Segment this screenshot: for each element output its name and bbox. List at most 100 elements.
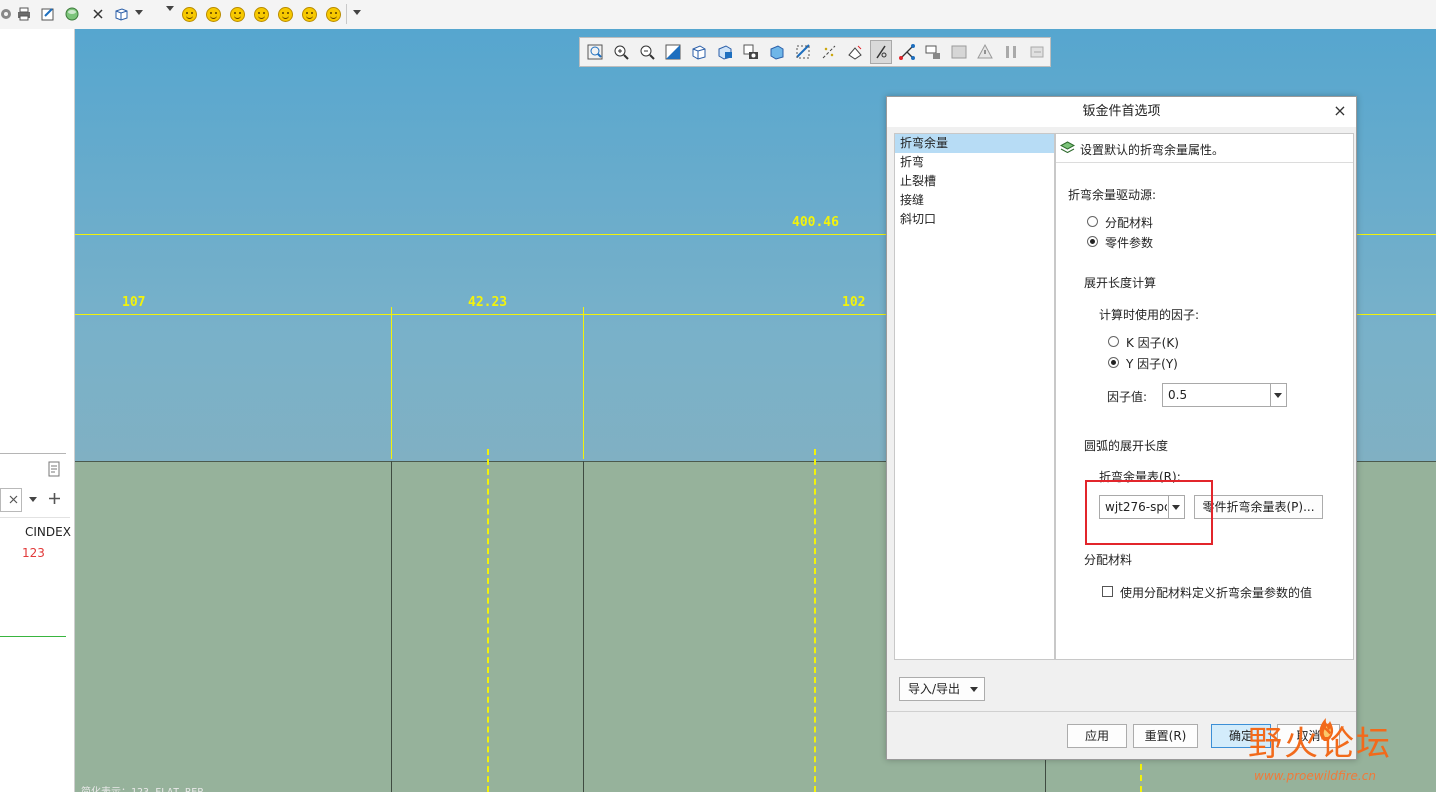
radio-material[interactable] <box>1087 216 1098 227</box>
dimension-42[interactable]: 42.23 <box>468 295 507 310</box>
radio-part-params[interactable] <box>1087 236 1098 247</box>
import-export-button[interactable]: 导入/导出 <box>899 677 985 701</box>
factor-value-label: 因子值: <box>1107 390 1148 404</box>
chevron-down-icon <box>970 687 978 692</box>
smiley-icon[interactable] <box>230 7 245 22</box>
header-divider <box>0 517 70 518</box>
edge-line <box>391 461 392 792</box>
display-style-icon[interactable] <box>768 43 786 61</box>
properties-header: 设置默认的折弯余量属性。 <box>1056 134 1353 163</box>
zoom-fit-icon[interactable] <box>586 43 604 61</box>
developed-length-label: 展开长度计算 <box>1084 276 1157 290</box>
spin-center-icon[interactable] <box>898 43 916 61</box>
radio-part-params-label[interactable]: 零件参数 <box>1105 234 1153 251</box>
chevron-down-icon[interactable] <box>353 10 361 15</box>
saved-views-icon[interactable] <box>716 43 734 61</box>
factor-label: 计算时使用的因子: <box>1099 308 1200 322</box>
sheetmetal-icon <box>1060 141 1075 154</box>
repaint-icon[interactable] <box>664 43 682 61</box>
datum-point-icon[interactable] <box>846 43 864 61</box>
sphere-icon[interactable] <box>64 6 80 22</box>
dimension-102[interactable]: 102 <box>842 295 865 310</box>
main-toolbar <box>0 0 1436 30</box>
assign-material-label: 分配材料 <box>1084 553 1133 567</box>
radio-material-label[interactable]: 分配材料 <box>1105 214 1153 231</box>
settings-icon[interactable] <box>0 6 16 22</box>
chevron-down-icon[interactable] <box>29 497 37 502</box>
close-icon[interactable] <box>90 6 106 22</box>
factor-value-combo[interactable]: 0.5 <box>1162 383 1287 407</box>
reset-button[interactable]: 重置(R) <box>1133 724 1198 748</box>
add-icon[interactable] <box>48 492 61 505</box>
view-toolbar <box>579 37 1051 67</box>
use-material-checkbox[interactable] <box>1102 586 1113 597</box>
category-list: 折弯余量 折弯 止裂槽 接缝 斜切口 <box>894 133 1055 660</box>
chevron-down-icon[interactable] <box>166 6 174 11</box>
category-miter[interactable]: 斜切口 <box>895 210 1054 229</box>
part-bend-table-button[interactable]: 零件折弯余量表(P)... <box>1194 495 1323 519</box>
progress-line <box>0 636 66 637</box>
smiley-icon[interactable] <box>278 7 293 22</box>
radio-y-factor-label[interactable]: Y 因子(Y) <box>1126 355 1178 372</box>
export-icon[interactable] <box>40 6 56 22</box>
smiley-icon[interactable] <box>182 7 197 22</box>
use-material-checkbox-label[interactable]: 使用分配材料定义折弯余量参数的值 <box>1120 584 1312 601</box>
dimension-total[interactable]: 400.46 <box>792 215 839 230</box>
category-bend[interactable]: 折弯 <box>895 153 1054 172</box>
chevron-down-icon[interactable] <box>135 10 143 15</box>
zoom-out-icon[interactable] <box>638 43 656 61</box>
smiley-icon[interactable] <box>254 7 269 22</box>
warning-icon[interactable] <box>976 43 994 61</box>
category-relief[interactable]: 止裂槽 <box>895 172 1054 191</box>
sheetmetal-preferences-dialog: 钣金件首选项 × 折弯余量 折弯 止裂槽 接缝 斜切口 设置默认的折弯余量属性。… <box>886 96 1357 760</box>
dimension-107[interactable]: 107 <box>122 295 145 310</box>
dialog-title: 钣金件首选项 <box>887 97 1356 127</box>
bend-line <box>814 449 816 792</box>
extension-line <box>391 307 392 459</box>
arc-length-label: 圆弧的展开长度 <box>1084 439 1169 453</box>
column-header[interactable]: CINDEX <box>25 525 71 539</box>
highlight-box <box>1085 480 1213 545</box>
radio-k-factor[interactable] <box>1108 336 1119 347</box>
radio-y-factor[interactable] <box>1108 357 1119 368</box>
apply-button[interactable]: 应用 <box>1067 724 1127 748</box>
extension-line <box>583 307 584 459</box>
smiley-icon[interactable] <box>206 7 221 22</box>
close-icon[interactable]: × <box>1332 103 1348 119</box>
category-bend-allowance[interactable]: 折弯余量 <box>895 134 1054 153</box>
dimension-display-icon[interactable] <box>924 43 942 61</box>
view-cube-icon[interactable] <box>690 43 708 61</box>
chevron-down-icon[interactable] <box>1270 384 1286 406</box>
filter-input[interactable] <box>0 488 22 512</box>
watermark: 野火论坛 www.proewildfire.cn <box>1248 708 1436 792</box>
cell-value: 123 <box>22 546 45 560</box>
panel-divider <box>0 453 66 454</box>
regenerate-icon[interactable] <box>1028 43 1046 61</box>
datum-axis-icon[interactable] <box>820 43 838 61</box>
annotation-icon <box>876 45 887 59</box>
bend-line <box>1140 764 1142 792</box>
toolbar-divider <box>346 4 347 24</box>
model-display-icon[interactable] <box>950 43 968 61</box>
edge-line <box>583 461 584 792</box>
import-export-label: 导入/导出 <box>908 682 961 696</box>
camera-icon[interactable] <box>742 43 760 61</box>
radio-k-factor-label[interactable]: K 因子(K) <box>1126 334 1179 351</box>
driver-label: 折弯余量驱动源: <box>1068 188 1157 202</box>
annotation-toggle[interactable] <box>870 40 892 64</box>
zoom-in-icon[interactable] <box>612 43 630 61</box>
smiley-icon[interactable] <box>326 7 341 22</box>
category-seam[interactable]: 接缝 <box>895 191 1054 210</box>
box-icon[interactable] <box>113 6 129 22</box>
factor-value: 0.5 <box>1168 388 1188 402</box>
smiley-icon[interactable] <box>302 7 317 22</box>
bend-line <box>487 449 489 792</box>
watermark-url: www.proewildfire.cn <box>1254 769 1376 783</box>
status-text: 简化表示：123_FLAT_REP <box>81 783 203 792</box>
model-tree-panel: CINDEX 123 <box>0 29 75 792</box>
close-icon[interactable] <box>9 495 18 504</box>
datum-plane-icon[interactable] <box>794 43 812 61</box>
settings-icon[interactable] <box>47 461 61 477</box>
pause-icon[interactable] <box>1002 43 1020 61</box>
print-icon[interactable] <box>16 6 32 22</box>
